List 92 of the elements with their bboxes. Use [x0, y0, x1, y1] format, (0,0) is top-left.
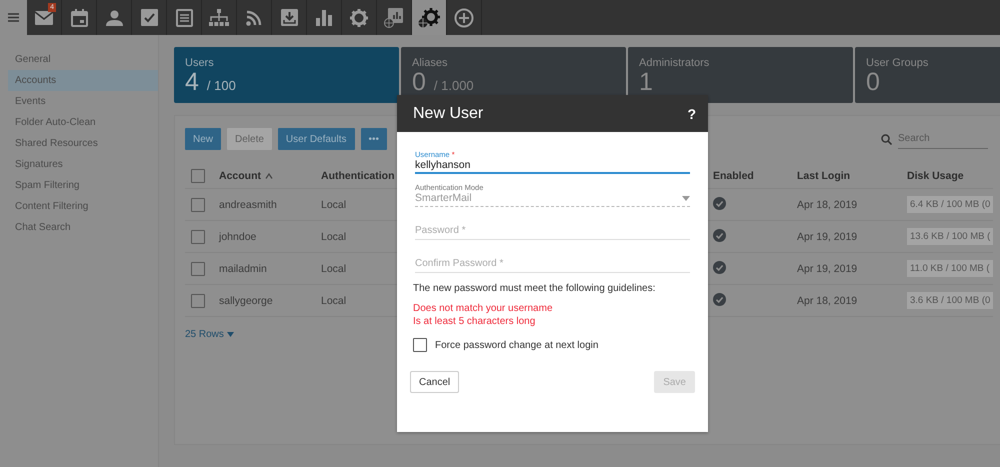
add-icon: [454, 8, 474, 28]
disk-usage-bar: 3.6 KB / 100 MB (0: [907, 292, 994, 309]
card-label: Users: [185, 57, 215, 69]
stat-card[interactable]: Users 4 / 100: [174, 47, 399, 103]
sidebar-item[interactable]: Events: [8, 91, 158, 112]
card-count: 4: [185, 69, 199, 96]
toolbar-button[interactable]: •••: [360, 128, 388, 150]
caret-icon: [682, 196, 690, 200]
column-header[interactable]: Account: [219, 170, 321, 182]
field-placeholder: Confirm Password: [415, 258, 497, 269]
field-placeholder: Password: [415, 225, 459, 236]
report-globe-icon: [384, 8, 404, 28]
stat-card[interactable]: User Groups 0: [855, 47, 1000, 103]
card-limit: / 100: [206, 78, 236, 93]
search-field[interactable]: Search: [898, 129, 988, 149]
force-change-checkbox[interactable]: [413, 338, 427, 352]
sidebar-item[interactable]: General: [8, 49, 158, 70]
password-rule: Is at least 5 characters long: [413, 316, 536, 327]
table-cell: Apr 18, 2019: [797, 294, 858, 306]
stat-card[interactable]: Administrators 1: [628, 47, 853, 103]
column-title: Account: [219, 170, 261, 182]
column-title: Disk Usage: [907, 170, 964, 182]
column-title: Enabled: [713, 170, 754, 182]
inbox-download-icon: [280, 9, 298, 26]
table-cell: Local: [321, 262, 346, 274]
caret-icon: [226, 332, 234, 337]
rows-per-page-dropdown[interactable]: 25 Rows: [185, 329, 234, 340]
table-cell: sallygeorge: [219, 294, 273, 306]
password-field[interactable]: Password *: [415, 224, 690, 240]
disk-usage-bar: 11.0 KB / 100 MB (: [907, 260, 993, 277]
settings-icon: [350, 8, 368, 26]
sidebar-item[interactable]: Shared Resources: [8, 133, 158, 154]
menu-icon: [8, 13, 19, 22]
column-header[interactable]: Disk Usage: [907, 170, 1000, 182]
sidebar-item[interactable]: Content Filtering: [8, 196, 158, 217]
checkbox-icon: [140, 9, 158, 26]
card-count: 0: [412, 69, 426, 96]
bar-chart-icon: [316, 10, 332, 26]
table-cell: Apr 19, 2019: [797, 262, 858, 274]
table-cell: Local: [321, 294, 346, 306]
disk-usage-bar: 13.6 KB / 100 MB (: [907, 228, 994, 245]
sidebar-item[interactable]: Folder Auto-Clean: [8, 112, 158, 133]
card-label: Administrators: [639, 57, 710, 69]
table-cell: Local: [321, 198, 346, 210]
table-cell: johndoe: [219, 230, 256, 242]
row-checkbox[interactable]: [191, 294, 205, 308]
row-checkbox[interactable]: [191, 198, 205, 212]
card-count: 0: [866, 69, 880, 96]
table-cell: Local: [321, 230, 346, 242]
sidebar-item[interactable]: Chat Search: [8, 217, 158, 238]
row-checkbox[interactable]: [191, 262, 205, 276]
nav-tab[interactable]: [412, 0, 447, 35]
sidebar-item[interactable]: Signatures: [8, 154, 158, 175]
disk-usage-bar: 6.4 KB / 100 MB (0: [907, 196, 994, 213]
menu-button[interactable]: [0, 0, 27, 35]
gear-globe-icon: [418, 8, 440, 28]
column-header[interactable]: Last Login: [797, 170, 907, 182]
toolbar-button[interactable]: User Defaults: [278, 128, 354, 150]
column-title: Last Login: [797, 170, 850, 182]
table-cell: Apr 19, 2019: [797, 230, 858, 242]
column-header[interactable]: Enabled: [713, 170, 797, 182]
calendar-icon: [70, 8, 88, 26]
field-value: SmarterMail: [415, 192, 472, 204]
dialog-button[interactable]: Cancel: [410, 371, 460, 393]
search-icon: [881, 134, 892, 144]
table-cell: Apr 18, 2019: [797, 198, 858, 210]
card-label: User Groups: [866, 57, 930, 69]
password-field[interactable]: Confirm Password *: [415, 257, 690, 273]
document-icon: [176, 8, 192, 26]
column-title: Authentication: [321, 170, 394, 182]
field-value: kellyhanson: [415, 159, 470, 171]
card-label: Aliases: [412, 57, 448, 69]
sidebar-item[interactable]: Spam Filtering: [8, 175, 158, 196]
card-count: 1: [639, 69, 653, 96]
row-checkbox[interactable]: [191, 230, 205, 244]
required-mark: *: [499, 258, 504, 269]
help-button[interactable]: ?: [687, 106, 696, 122]
toolbar-button[interactable]: New: [185, 128, 222, 150]
password-rule: Does not match your username: [413, 303, 554, 314]
table-cell: andreasmith: [219, 198, 277, 210]
dialog-title: New User: [413, 104, 484, 122]
hierarchy-icon: [209, 8, 229, 26]
required-mark: *: [462, 225, 466, 236]
checkbox-label: Force password change at next login: [435, 340, 598, 350]
card-limit: / 1.000: [434, 78, 474, 93]
envelope-icon: [34, 10, 54, 26]
person-icon: [106, 10, 122, 26]
table-cell: mailadmin: [219, 262, 267, 274]
rss-icon: [246, 10, 262, 26]
select-all-checkbox[interactable]: [191, 168, 205, 182]
sidebar-item[interactable]: Accounts: [8, 70, 158, 91]
guidelines-text: The new password must meet the following guidelines:: [413, 283, 656, 294]
